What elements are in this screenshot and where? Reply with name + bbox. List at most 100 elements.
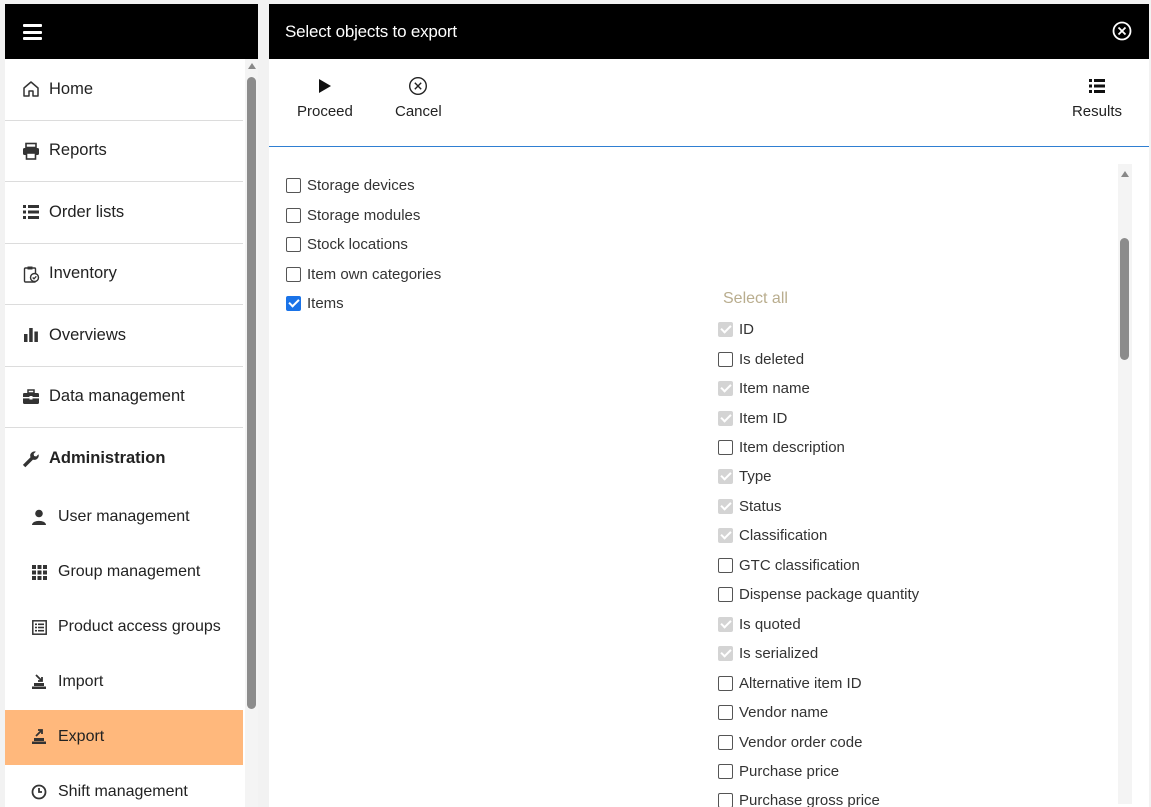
field-option[interactable]: Vendor name (718, 701, 828, 723)
field-option[interactable]: Is quoted (718, 613, 801, 635)
sidebar-subitem-import[interactable]: Import (5, 655, 243, 710)
export-icon (29, 727, 49, 747)
sidebar-item-overviews[interactable]: Overviews (5, 305, 243, 367)
field-option[interactable]: Dispense package quantity (718, 583, 919, 605)
checkbox[interactable] (286, 236, 301, 252)
scroll-up-arrow-icon[interactable] (248, 63, 256, 69)
sidebar-subitem-label: Group management (58, 563, 201, 580)
field-label: Item name (739, 379, 810, 397)
sidebar-item-label: Inventory (49, 264, 117, 283)
checkbox (718, 527, 733, 543)
object-option[interactable]: Stock locations (286, 233, 408, 255)
checkbox[interactable] (718, 792, 733, 807)
close-button[interactable] (1112, 21, 1132, 41)
checkbox[interactable] (718, 734, 733, 750)
field-option[interactable]: Purchase gross price (718, 789, 880, 807)
checkbox (718, 468, 733, 484)
select-all-link[interactable]: Select all (723, 290, 788, 308)
field-option[interactable]: Purchase price (718, 760, 839, 782)
scroll-up-arrow-icon[interactable] (1121, 171, 1129, 177)
sidebar-subitem-label: Product access groups (58, 618, 221, 635)
field-option[interactable]: Vendor order code (718, 731, 862, 753)
results-button[interactable]: Results (1072, 76, 1122, 120)
field-label: Is quoted (739, 615, 801, 633)
export-content: Storage devices Storage modules Stock lo… (269, 148, 1149, 807)
sidebar-subitem-export[interactable]: Export (5, 709, 243, 765)
sidebar-item-home[interactable]: Home (5, 59, 243, 121)
sidebar-subitem-label: User management (58, 508, 190, 525)
list-box-icon (29, 617, 49, 637)
sidebar-subitem-product-access-groups[interactable]: Product access groups (5, 600, 243, 655)
field-label: Vendor name (739, 703, 829, 721)
checkbox[interactable] (718, 439, 733, 455)
field-option[interactable]: ID (718, 318, 754, 340)
sidebar-subitem-group-management[interactable]: Group management (5, 545, 243, 600)
sidebar-item-inventory[interactable]: Inventory (5, 244, 243, 305)
field-label: Type (739, 467, 772, 485)
panel-header: Select objects to export (269, 4, 1149, 59)
import-icon (29, 672, 49, 692)
sidebar-item-order-lists[interactable]: Order lists (5, 182, 243, 244)
field-label: Dispense package quantity (739, 585, 920, 603)
clipboard-check-icon (21, 264, 41, 284)
close-circle-icon (1112, 21, 1132, 41)
field-option[interactable]: Is serialized (718, 642, 818, 664)
sidebar-subitem-shift-management[interactable]: Shift management (5, 765, 243, 807)
field-option[interactable]: Item description (718, 436, 845, 458)
field-label: Alternative item ID (739, 674, 862, 692)
checkbox (718, 645, 733, 661)
field-option[interactable]: Type (718, 465, 772, 487)
field-label: ID (739, 320, 754, 338)
object-label: Stock locations (307, 235, 408, 253)
object-option[interactable]: Items (286, 292, 344, 314)
checkbox (718, 498, 733, 514)
sidebar-header (5, 4, 258, 59)
checkbox[interactable] (286, 207, 301, 223)
export-panel: Select objects to export Proceed Cancel … (269, 4, 1149, 807)
sidebar-item-label: Data management (49, 387, 185, 406)
results-label: Results (1071, 103, 1122, 120)
checkbox[interactable] (718, 763, 733, 779)
checkbox[interactable] (718, 557, 733, 573)
sidebar-subitem-label: Export (58, 728, 105, 745)
sidebar-item-label: Order lists (49, 202, 125, 221)
checkbox[interactable] (718, 704, 733, 720)
field-label: Classification (739, 526, 828, 544)
field-option[interactable]: Item name (718, 377, 810, 399)
sidebar-item-reports[interactable]: Reports (5, 121, 243, 182)
checkbox[interactable] (718, 675, 733, 691)
clock-icon (29, 782, 49, 802)
field-label: Purchase gross price (739, 791, 880, 807)
checkbox[interactable] (286, 295, 301, 311)
checkbox[interactable] (286, 266, 301, 282)
object-option[interactable]: Item own categories (286, 263, 441, 285)
printer-icon (21, 141, 41, 161)
field-option[interactable]: Item ID (718, 407, 787, 429)
sidebar-item-label: Overviews (49, 325, 127, 344)
sidebar-item-label: Administration (49, 449, 166, 468)
field-label: Is deleted (739, 350, 805, 368)
field-option[interactable]: Is deleted (718, 348, 804, 370)
checkbox (718, 321, 733, 337)
hamburger-icon[interactable] (23, 24, 42, 40)
field-option[interactable]: Alternative item ID (718, 672, 862, 694)
proceed-button[interactable]: Proceed (297, 76, 353, 120)
field-option[interactable]: Classification (718, 524, 827, 546)
checkbox[interactable] (718, 351, 733, 367)
field-option[interactable]: Status (718, 495, 782, 517)
scrollbar-thumb[interactable] (247, 77, 256, 709)
sidebar-item-label: Reports (49, 141, 107, 160)
sidebar-item-data-management[interactable]: Data management (5, 367, 243, 428)
checkbox[interactable] (718, 586, 733, 602)
panel-title: Select objects to export (285, 22, 457, 41)
cancel-button[interactable]: Cancel (395, 76, 442, 120)
sidebar-scrollbar[interactable] (245, 59, 258, 807)
content-scrollbar[interactable] (1118, 164, 1132, 804)
field-option[interactable]: GTC classification (718, 554, 860, 576)
object-option[interactable]: Storage devices (286, 174, 415, 196)
sidebar-item-administration[interactable]: Administration (5, 428, 243, 490)
scrollbar-thumb[interactable] (1120, 238, 1129, 360)
sidebar-subitem-user-management[interactable]: User management (5, 490, 243, 545)
object-option[interactable]: Storage modules (286, 204, 420, 226)
checkbox[interactable] (286, 177, 301, 193)
